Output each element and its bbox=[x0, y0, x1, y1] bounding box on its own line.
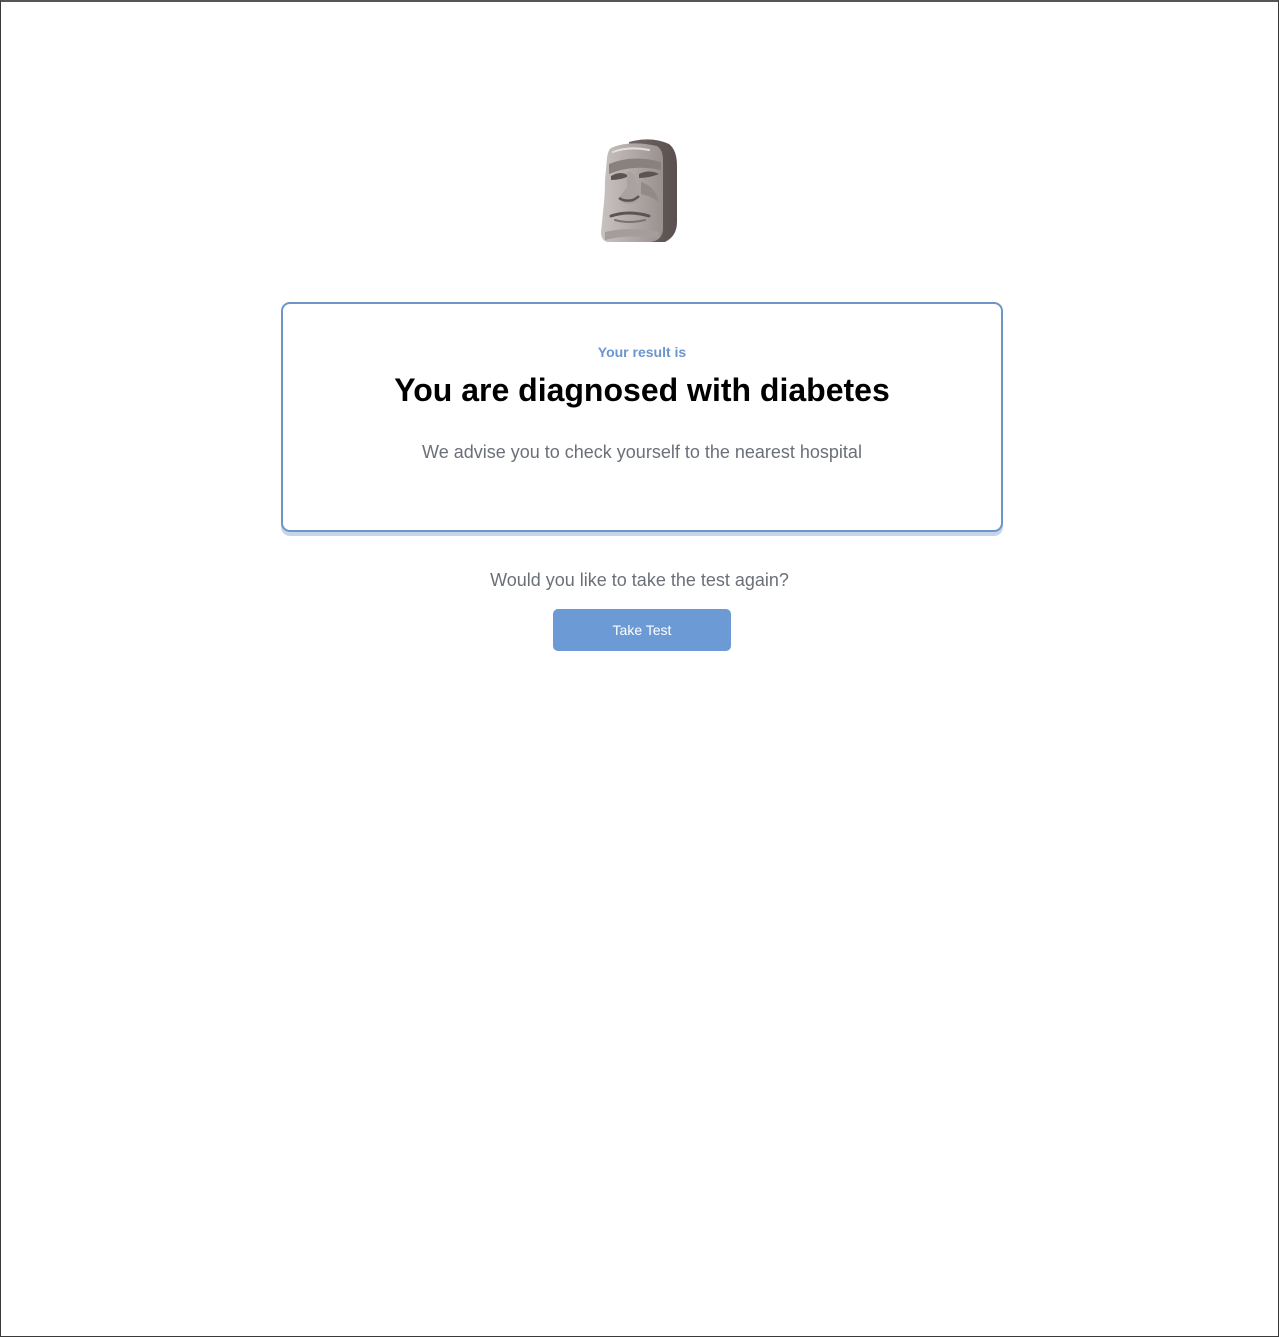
result-title: You are diagnosed with diabetes bbox=[394, 372, 890, 408]
result-label: Your result is bbox=[597, 344, 687, 360]
moai-icon bbox=[600, 139, 677, 242]
hero-image bbox=[1, 136, 1278, 246]
retry-question: Would you like to take the test again? bbox=[490, 570, 789, 590]
result-page: Your result is You are diagnosed with di… bbox=[0, 0, 1279, 1337]
result-advice: We advise you to check yourself to the n… bbox=[422, 442, 862, 462]
take-test-button[interactable]: Take Test bbox=[553, 609, 731, 651]
result-card: Your result is You are diagnosed with di… bbox=[281, 302, 1003, 532]
